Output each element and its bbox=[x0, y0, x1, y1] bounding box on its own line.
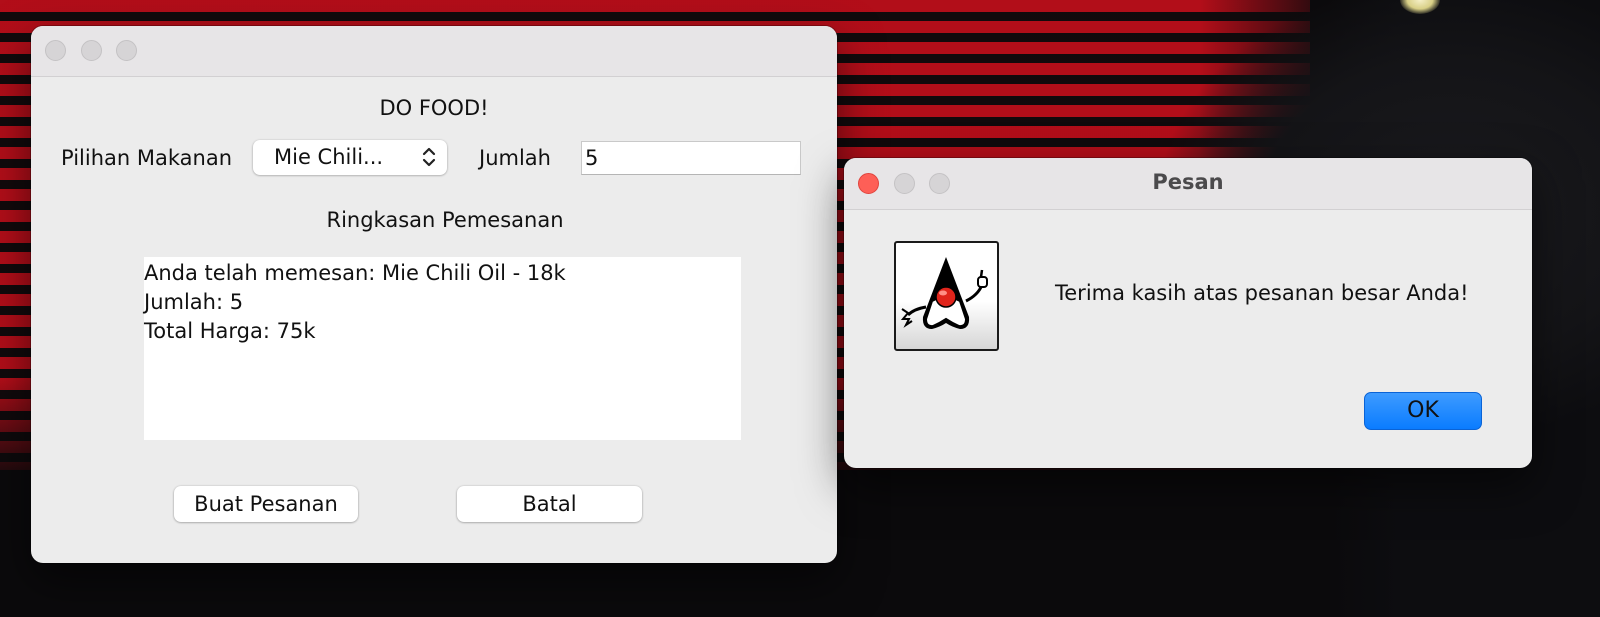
order-summary-heading: Ringkasan Pemesanan bbox=[326, 208, 564, 232]
zoom-window-button[interactable] bbox=[116, 40, 137, 61]
food-choice-dropdown[interactable]: Mie Chili... bbox=[253, 140, 447, 175]
place-order-button[interactable]: Buat Pesanan bbox=[174, 486, 358, 522]
ok-button[interactable]: OK bbox=[1364, 392, 1482, 430]
order-summary-textarea[interactable]: Anda telah memesan: Mie Chili Oil - 18k … bbox=[144, 257, 741, 440]
food-choice-value: Mie Chili... bbox=[274, 145, 384, 169]
summary-line-order: Anda telah memesan: Mie Chili Oil - 18k bbox=[144, 261, 566, 285]
dialog-titlebar[interactable]: Pesan bbox=[844, 158, 1532, 210]
summary-line-total: Total Harga: 75k bbox=[144, 319, 316, 343]
java-duke-icon bbox=[894, 241, 999, 351]
dialog-title: Pesan bbox=[1152, 170, 1224, 194]
cancel-button[interactable]: Batal bbox=[457, 486, 642, 522]
close-window-button[interactable] bbox=[45, 40, 66, 61]
dialog-message: Terima kasih atas pesanan besar Anda! bbox=[1055, 281, 1469, 305]
app-heading: DO FOOD! bbox=[379, 96, 489, 120]
main-window-titlebar[interactable] bbox=[31, 26, 837, 77]
summary-line-quantity: Jumlah: 5 bbox=[144, 290, 244, 314]
quantity-label: Jumlah bbox=[479, 146, 551, 170]
quantity-input[interactable]: 5 bbox=[581, 141, 801, 175]
minimize-window-button[interactable] bbox=[81, 40, 102, 61]
message-dialog: Pesan Terima kasih atas pesanan besar An… bbox=[844, 158, 1532, 468]
food-choice-label: Pilihan Makanan bbox=[61, 146, 233, 170]
main-window: DO FOOD! Pilihan Makanan Mie Chili... Ju… bbox=[31, 26, 837, 563]
chevron-up-down-icon bbox=[422, 147, 436, 167]
